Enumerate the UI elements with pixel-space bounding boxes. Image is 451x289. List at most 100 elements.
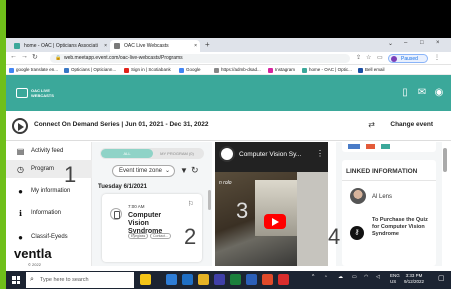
timezone-select[interactable]: Event time zone ⌄ [112,165,175,177]
feed-icon: ▤ [16,147,25,156]
mobile-icon[interactable]: ▯ [399,87,411,99]
screenshot-frame: home - OAC | Opticians Associati × OAC L… [0,0,451,289]
right-panel-scrollbar[interactable] [443,148,447,172]
task-view-icon[interactable] [166,274,177,285]
toggle-my-program-button[interactable]: MY PROGRAM (0) [152,148,202,159]
reload-icon[interactable]: ↻ [32,53,38,61]
change-event-button[interactable]: Change event [390,121,433,128]
cloud-icon[interactable]: ☁ [338,274,343,280]
oac-live-logo[interactable]: OAC LIVE WEBCASTS [16,86,56,100]
volume-icon[interactable]: ◁ [376,274,380,280]
tab-home-oac[interactable]: home - OAC | Opticians Associati × [10,40,110,52]
sidepanel-icon[interactable]: ▭ [377,54,383,61]
clock[interactable]: 3:33 PM 9/12/2022 [404,273,424,285]
toggle-all-button[interactable]: ALL [101,149,153,158]
wifi-icon[interactable]: ◠ [364,274,368,280]
person-icon: ● [18,187,23,196]
speaker-avatar[interactable] [350,188,366,204]
ventla-copyright: © 2022 [28,262,41,267]
sidebar-item-activity-feed[interactable]: ▤ Activity feed [6,142,92,160]
tab-bar: home - OAC | Opticians Associati × OAC L… [6,38,451,52]
speaker-name[interactable]: Al Lens [372,194,392,200]
new-tab-button[interactable]: + [205,40,210,50]
quiz-link[interactable]: To Purchase the Quiz for Computer Vision… [372,217,432,238]
bookmark-item[interactable]: Google [179,66,201,74]
bookmark-item[interactable]: https://admb-dsad... [214,66,261,74]
notification-icon[interactable]: ▢ [438,274,445,282]
bookmark-label: Bell email [365,67,385,72]
program-scrollbar[interactable] [208,190,211,210]
app-header: OAC LIVE WEBCASTS ▯ ✉ ◉ [6,75,451,111]
forward-icon[interactable]: → [21,53,28,60]
chrome-icon[interactable] [262,274,273,285]
acrobat-icon[interactable] [278,274,289,285]
excel-icon[interactable] [230,274,241,285]
close-window-button[interactable]: × [436,40,440,46]
taskbar-search-input[interactable]: ⌕ Type here to search [26,272,134,288]
tab-oac-live-webcasts[interactable]: OAC Live Webcasts × [110,40,200,52]
day-label: Tuesday 6/1/2021 [98,184,147,190]
edge-icon[interactable] [182,274,193,285]
refresh-icon[interactable]: ↻ [191,165,199,176]
back-icon[interactable]: ← [10,53,17,60]
browser-window: home - OAC | Opticians Associati × OAC L… [6,38,451,289]
video-title: Computer Vision Sy... [239,151,302,158]
bookmark-label: google translate en... [16,67,59,72]
sponsor-card[interactable] [342,142,436,152]
chevron-down-icon: ⌄ [164,168,170,174]
store-icon[interactable] [214,274,225,285]
bookmark-label: https://admb-dsad... [221,67,261,72]
tray-chevron-icon[interactable]: ^ [312,274,314,280]
language-indicator[interactable]: ENG US [390,273,400,285]
filter-icon[interactable]: ▼ [180,166,188,175]
bookmark-item[interactable]: Bell email [358,66,385,74]
logo-icon [16,88,28,98]
bookmark-icon [302,68,307,73]
close-icon[interactable]: × [104,40,107,52]
mail-icon[interactable]: ✉ [416,87,428,99]
file-explorer-icon[interactable] [198,274,209,285]
timezone-label: Event time zone [119,168,163,174]
bookmark-item[interactable]: home - OAC | Optic... [302,66,352,74]
clock-icon: ◷ [17,165,24,174]
video-player[interactable]: Computer Vision Sy... ⋮ n rolo [215,142,328,266]
word-icon[interactable] [246,274,257,285]
mobile-session-icon [110,208,122,220]
session-tag: Eyeglass [128,233,149,239]
sidebar-item-classif-eyeds[interactable]: ● Classif-Eyeds [6,228,92,246]
menu-icon[interactable]: ⋮ [434,54,440,61]
sidebar-item-information[interactable]: ℹ Information [6,204,92,222]
weather-icon[interactable] [140,274,151,285]
bookmark-item[interactable]: Sign in | Scotiabank [124,66,171,74]
bookmark-icon[interactable]: ⚐ [188,200,194,208]
network-icon[interactable]: ◔ [324,274,327,280]
sidebar-item-program[interactable]: ◷ Program [6,160,92,178]
bookmark-item[interactable]: google translate en... [9,66,58,74]
maximize-button[interactable]: □ [420,40,424,46]
profile-button[interactable]: Paused [388,54,428,63]
menu-icon[interactable]: ⋮ [316,149,324,158]
sidebar-item-label: Program [31,166,55,172]
minimize-button[interactable]: – [404,40,407,46]
swap-icon[interactable]: ⇄ [368,120,375,129]
sidebar-item-my-information[interactable]: ● My information [6,182,92,200]
profile-icon[interactable]: ◉ [433,87,445,99]
bookmark-icon [64,68,69,73]
url-input[interactable]: 🔒 web.meetapp.event.com/oac-live-webcast… [50,54,350,63]
tab-search-icon[interactable]: ⌄ [388,40,393,47]
star-icon[interactable]: ☆ [366,54,371,61]
share-icon[interactable]: ⇪ [356,54,361,61]
bookmark-item[interactable]: Instagram [268,66,295,74]
display-icon[interactable]: ▭ [352,274,357,280]
bookmark-icon [358,68,363,73]
annotation-number: 3 [236,198,249,223]
bookmark-item[interactable]: Opticians | Opticiann... [64,66,116,74]
divider [342,180,436,181]
bookmark-label: home - OAC | Optic... [309,67,352,72]
play-button[interactable] [264,214,286,229]
search-icon: ⌕ [30,276,34,283]
close-icon[interactable]: × [194,40,197,52]
video-header: Computer Vision Sy... ⋮ [215,142,328,172]
annotation-number: 1 [64,162,77,187]
windows-start-button[interactable] [12,276,20,284]
